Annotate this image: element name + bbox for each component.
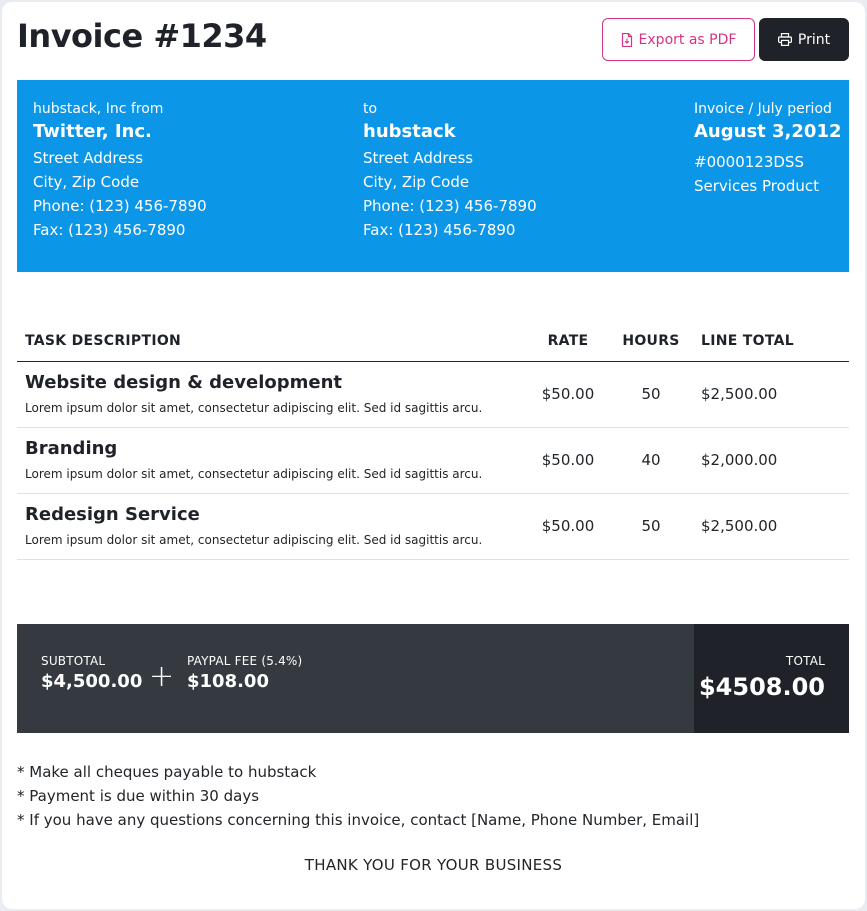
to-name: hubstack <box>363 121 456 142</box>
subtotal-value: $4,500.00 <box>41 671 143 692</box>
from-phone: Phone: (123) 456-7890 <box>33 197 207 215</box>
total-value: $4508.00 <box>698 673 825 701</box>
table-row: Branding Lorem ipsum dolor sit amet, con… <box>17 427 849 494</box>
hours-cell: 50 <box>609 493 693 560</box>
total-label: TOTAL <box>785 654 825 668</box>
page-title: Invoice #1234 <box>17 17 267 55</box>
export-pdf-button[interactable]: Export as PDF <box>602 18 755 61</box>
rate-cell: $50.00 <box>527 493 609 560</box>
rate-cell: $50.00 <box>527 427 609 494</box>
fee-value: $108.00 <box>187 671 269 692</box>
to-fax: Fax: (123) 456-7890 <box>363 221 516 239</box>
to-phone: Phone: (123) 456-7890 <box>363 197 537 215</box>
from-label: from <box>130 101 164 117</box>
invoice-info-block: Invoice / July period August 3,2012 #000… <box>694 100 842 198</box>
from-city: City, Zip Code <box>33 173 140 191</box>
hours-cell: 50 <box>609 361 693 428</box>
task-title: Website design & development <box>25 372 343 393</box>
invoice-notes: * Make all cheques payable to hubstack *… <box>17 760 699 832</box>
table-header-row: TASK DESCRIPTION RATE HOURS LINE TOTAL <box>17 322 849 362</box>
task-title: Branding <box>25 438 118 459</box>
table-row: Redesign Service Lorem ipsum dolor sit a… <box>17 493 849 560</box>
note-line: * Make all cheques payable to hubstack <box>17 763 317 781</box>
rate-cell: $50.00 <box>527 361 609 428</box>
to-city: City, Zip Code <box>363 173 470 191</box>
note-line: * Payment is due within 30 days <box>17 787 260 805</box>
print-button[interactable]: Print <box>759 18 849 61</box>
line-total-cell: $2,500.00 <box>693 361 849 428</box>
print-label: Print <box>797 31 831 48</box>
task-title: Redesign Service <box>25 504 200 525</box>
to-block: to hubstack Street Address City, Zip Cod… <box>363 100 537 242</box>
from-name: Twitter, Inc. <box>33 121 152 142</box>
header-rate: RATE <box>527 322 609 362</box>
header-line-total: LINE TOTAL <box>693 322 849 362</box>
invoice-date: August 3,2012 <box>694 121 842 142</box>
fee-block: PAYPAL FEE (5.4%) $108.00 <box>187 654 302 696</box>
printer-icon <box>777 33 792 46</box>
grand-total-box: TOTAL $4508.00 <box>694 624 849 733</box>
from-fax: Fax: (123) 456-7890 <box>33 221 186 239</box>
from-block: hubstack, Inc from Twitter, Inc. Street … <box>33 100 207 242</box>
invoice-number: #0000123DSS <box>694 153 804 171</box>
export-pdf-label: Export as PDF <box>638 31 737 48</box>
line-total-cell: $2,500.00 <box>693 493 849 560</box>
header-task-description: TASK DESCRIPTION <box>17 322 527 362</box>
task-description: Lorem ipsum dolor sit amet, consectetur … <box>25 401 483 415</box>
note-line: * If you have any questions concerning t… <box>17 811 700 829</box>
task-description: Lorem ipsum dolor sit amet, consectetur … <box>25 467 483 481</box>
invoice-product: Services Product <box>694 177 819 195</box>
fee-label: PAYPAL FEE (5.4%) <box>187 654 303 668</box>
to-label: to <box>363 101 378 117</box>
task-cell: Branding Lorem ipsum dolor sit amet, con… <box>17 427 527 494</box>
invoice-period: Invoice / July period <box>694 101 832 117</box>
from-sender: hubstack, Inc <box>33 101 127 117</box>
subtotal-label: SUBTOTAL <box>41 654 106 668</box>
to-street: Street Address <box>363 149 474 167</box>
line-total-cell: $2,000.00 <box>693 427 849 494</box>
table-row: Website design & development Lorem ipsum… <box>17 361 849 428</box>
task-cell: Website design & development Lorem ipsum… <box>17 361 527 428</box>
thank-you-message: THANK YOU FOR YOUR BUSINESS <box>304 856 563 874</box>
file-pdf-icon <box>621 32 633 47</box>
invoice-header-band: hubstack, Inc from Twitter, Inc. Street … <box>17 80 849 272</box>
from-sender-line: hubstack, Inc from <box>33 100 207 118</box>
subtotal-block: SUBTOTAL $4,500.00 <box>41 654 142 696</box>
line-items-table: TASK DESCRIPTION RATE HOURS LINE TOTAL W… <box>17 322 849 560</box>
from-street: Street Address <box>33 149 144 167</box>
task-cell: Redesign Service Lorem ipsum dolor sit a… <box>17 493 527 560</box>
plus-sign: + <box>149 659 175 694</box>
totals-band: SUBTOTAL $4,500.00 + PAYPAL FEE (5.4%) $… <box>17 624 849 733</box>
hours-cell: 40 <box>609 427 693 494</box>
header-hours: HOURS <box>609 322 693 362</box>
task-description: Lorem ipsum dolor sit amet, consectetur … <box>25 533 483 547</box>
